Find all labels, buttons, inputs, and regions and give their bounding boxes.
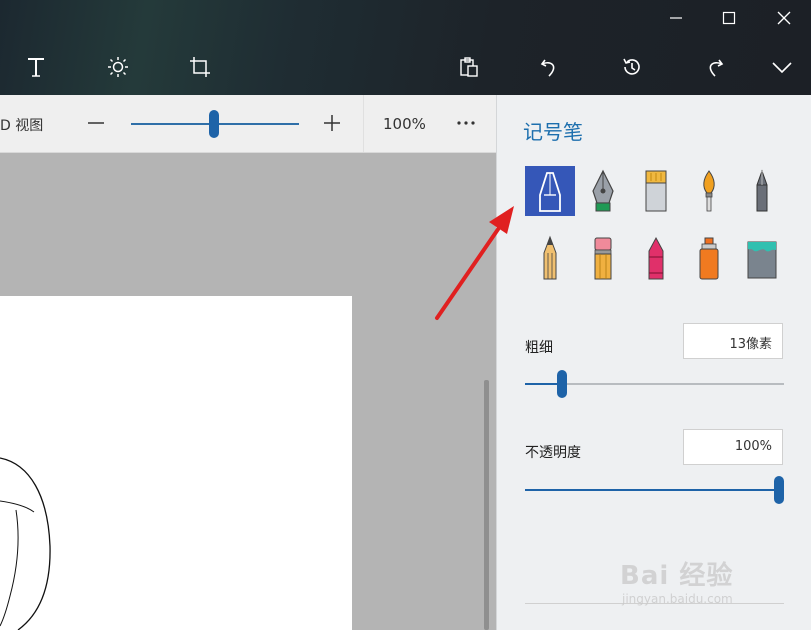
crop-icon — [190, 57, 210, 77]
pencil-icon — [543, 235, 557, 280]
paste-icon — [460, 57, 478, 77]
sketch-drawing — [0, 457, 51, 630]
brush-panel: 记号笔 粗细 13像素 不透明度 100% — [496, 95, 811, 630]
zoom-in-button[interactable] — [320, 110, 344, 136]
history-icon — [623, 58, 640, 75]
minimize-icon — [670, 17, 682, 19]
thickness-value-input[interactable]: 13像素 — [683, 323, 783, 359]
canvas-scrollbar[interactable] — [484, 380, 489, 630]
canvas-paper[interactable] — [0, 296, 352, 630]
marker-icon — [539, 172, 561, 212]
panel-title: 记号笔 — [523, 120, 583, 144]
minimize-button[interactable] — [658, 4, 694, 32]
zoom-slider-thumb[interactable] — [209, 110, 219, 138]
maximize-button[interactable] — [711, 4, 747, 32]
crop-tool-button[interactable] — [180, 50, 220, 84]
opacity-value-input[interactable]: 100% — [683, 429, 783, 465]
text-tool-button[interactable] — [16, 50, 56, 84]
chevron-down-icon — [772, 62, 792, 74]
undo-button[interactable] — [530, 50, 570, 84]
plus-icon — [324, 115, 340, 131]
brush-calligraphy-pen[interactable] — [578, 166, 628, 216]
more-options-button[interactable] — [452, 110, 480, 136]
eraser-icon — [594, 237, 612, 280]
zoom-separator — [363, 95, 364, 152]
thickness-slider-thumb[interactable] — [557, 370, 568, 398]
brush-pencil[interactable] — [525, 233, 575, 283]
opacity-slider-fill — [525, 489, 779, 491]
view-3d-label[interactable]: D 视图 — [0, 115, 43, 135]
brush-marker[interactable] — [525, 166, 575, 216]
close-button[interactable] — [766, 4, 802, 32]
minus-icon — [88, 122, 104, 124]
pixel-pen-icon — [756, 169, 768, 212]
redo-button[interactable] — [694, 50, 734, 84]
crayon-icon — [648, 236, 664, 280]
opacity-slider-thumb[interactable] — [774, 476, 784, 504]
expand-menu-button[interactable] — [762, 50, 802, 84]
undo-icon — [540, 59, 555, 77]
effects-icon — [108, 57, 128, 77]
zoom-percent[interactable]: 100% — [383, 115, 426, 133]
title-bar — [0, 0, 811, 95]
thickness-label: 粗细 — [525, 340, 553, 356]
brush-watercolor[interactable] — [684, 166, 734, 216]
brush-spray-can[interactable] — [684, 233, 734, 283]
brush-fill[interactable] — [737, 233, 787, 283]
maximize-icon — [722, 11, 736, 25]
oil-brush-icon — [645, 170, 667, 212]
close-icon — [777, 11, 791, 25]
watermark-logo: Bai 经验 — [620, 561, 734, 591]
fill-bucket-icon — [747, 241, 777, 279]
zoom-out-button[interactable] — [84, 110, 108, 136]
watercolor-icon — [703, 170, 715, 212]
ellipsis-icon — [457, 121, 475, 125]
brush-oil[interactable] — [631, 166, 681, 216]
calligraphy-pen-icon — [592, 169, 614, 212]
watermark-url: jingyan.baidu.com — [622, 592, 733, 606]
opacity-label: 不透明度 — [525, 445, 581, 461]
brush-crayon[interactable] — [631, 233, 681, 283]
effects-tool-button[interactable] — [98, 50, 138, 84]
paste-button[interactable] — [449, 50, 489, 84]
brush-eraser[interactable] — [578, 233, 628, 283]
redo-icon — [709, 59, 724, 77]
spray-can-icon — [699, 237, 719, 280]
brush-pixel-pen[interactable] — [737, 166, 787, 216]
history-button[interactable] — [612, 50, 652, 84]
text-icon — [28, 58, 44, 77]
